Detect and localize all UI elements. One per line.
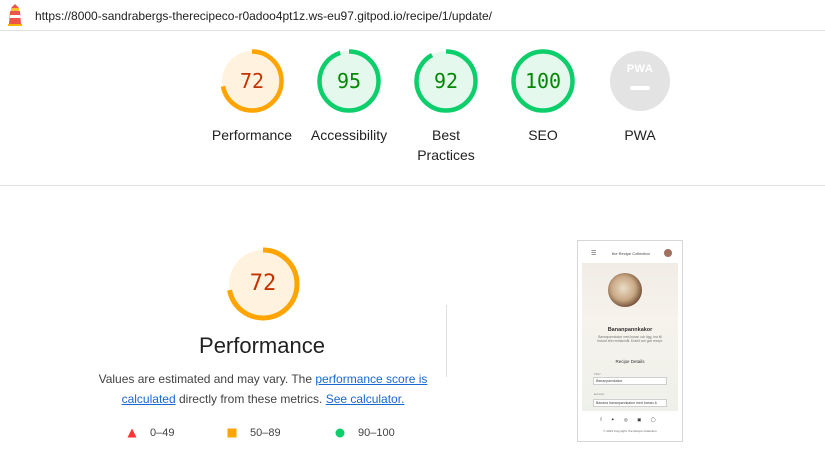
gauge-performance[interactable]: 72 Performance xyxy=(202,49,302,145)
thumb-avatar xyxy=(664,249,672,257)
gauge-pwa[interactable]: PWA PWA xyxy=(590,49,690,145)
top-bar: https://8000-sandrabergs-therecipeco-r0a… xyxy=(0,0,825,31)
performance-title: Performance xyxy=(199,333,325,358)
thumb-section-title: Recipe Details xyxy=(615,359,645,364)
gauge-accessibility-label: Accessibility xyxy=(310,127,388,143)
gauge-best-practices-label: Best Practices xyxy=(417,127,475,163)
thumb-field-label-excerpt: Excerpt xyxy=(594,392,605,396)
legend-fail: 0–49 xyxy=(127,427,174,439)
gauge-seo[interactable]: 100 SEO xyxy=(493,49,593,145)
pwa-badge-icon: PWA xyxy=(626,63,654,75)
hamburger-menu-icon: ☰ xyxy=(591,251,597,257)
thumb-social-icons: f ✦ ◎ ▣ ◯ xyxy=(600,417,660,422)
legend-pass: 90–100 xyxy=(335,427,395,439)
legend-average-range: 50–89 xyxy=(250,427,281,439)
legend-fail-range: 0–49 xyxy=(150,427,175,439)
gauge-performance-ring: 72 xyxy=(220,49,284,113)
gauge-seo-ring: 100 xyxy=(511,49,575,113)
recipe-photo xyxy=(608,273,642,307)
legend-pass-range: 90–100 xyxy=(358,427,395,439)
gauge-performance-score: 72 xyxy=(239,69,265,93)
gauge-best-practices[interactable]: 92 Best Practices xyxy=(396,49,496,165)
see-calculator-link[interactable]: See calculator. xyxy=(326,392,405,406)
section-divider xyxy=(0,185,825,186)
lighthouse-logo-icon xyxy=(8,4,22,26)
report-url: https://8000-sandrabergs-therecipeco-r0a… xyxy=(35,9,492,23)
triangle-icon xyxy=(127,428,137,438)
square-icon xyxy=(227,428,237,438)
gauge-seo-score: 100 xyxy=(524,69,562,93)
thumb-brand: the Recipe Collection xyxy=(612,251,650,256)
gauge-best-practices-ring: 92 xyxy=(414,49,478,113)
vertical-separator xyxy=(446,305,447,377)
gauge-accessibility-ring: 95 xyxy=(317,49,381,113)
gauge-pwa-label: PWA xyxy=(624,127,656,143)
thumb-navbar: ☰ the Recipe Collection xyxy=(578,241,682,261)
gauge-performance-label: Performance xyxy=(211,127,293,143)
thumb-field-label-title: Title* xyxy=(594,372,601,376)
desc-prefix: Values are estimated and may vary. The xyxy=(98,372,316,386)
thumb-recipe-title: Bananpannkakor xyxy=(607,327,653,333)
gauge-accessibility[interactable]: 95 Accessibility xyxy=(299,49,399,145)
legend-average: 50–89 xyxy=(227,427,281,439)
gauge-pwa-ring: PWA xyxy=(608,49,672,113)
performance-score-large: 72 xyxy=(249,271,277,296)
gauge-best-practices-score: 92 xyxy=(433,69,459,93)
performance-gauge-large[interactable]: 72 xyxy=(226,247,300,321)
gauge-accessibility-score: 95 xyxy=(336,69,362,93)
gauge-seo-label: SEO xyxy=(528,127,558,143)
thumb-recipe-text: Bananpannkakor med banan och ägg, bra ti… xyxy=(597,335,663,343)
thumb-field-excerpt: Banana bananpannkakor med banan & xyxy=(593,399,667,407)
final-screenshot-thumbnail[interactable]: ☰ the Recipe Collection Bananpannkakor B… xyxy=(577,240,683,442)
circle-icon xyxy=(335,428,345,438)
thumb-copyright: © 2023 Copyright: the Recipe Collection xyxy=(603,429,657,433)
thumb-field-title: Bananpannkakor xyxy=(593,377,667,385)
performance-description: Values are estimated and may vary. The p… xyxy=(96,369,430,409)
desc-middle: directly from these metrics. xyxy=(175,392,326,406)
pwa-dash-icon xyxy=(630,86,650,90)
